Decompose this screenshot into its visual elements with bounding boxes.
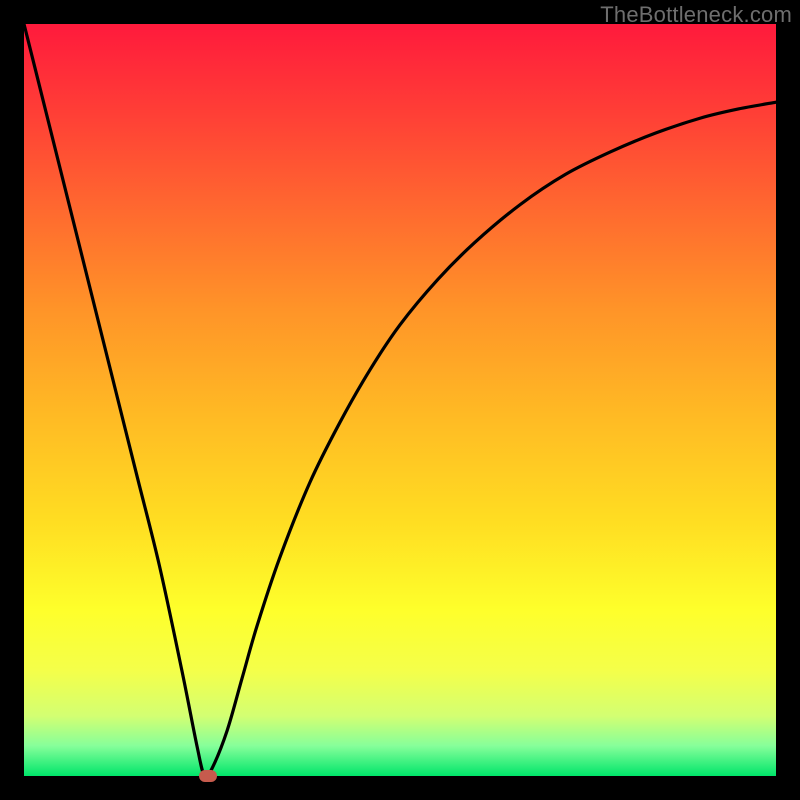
chart-plot-area — [24, 24, 776, 776]
bottleneck-curve-path — [24, 24, 776, 777]
optimum-marker — [199, 770, 217, 782]
bottleneck-chart — [24, 24, 776, 776]
